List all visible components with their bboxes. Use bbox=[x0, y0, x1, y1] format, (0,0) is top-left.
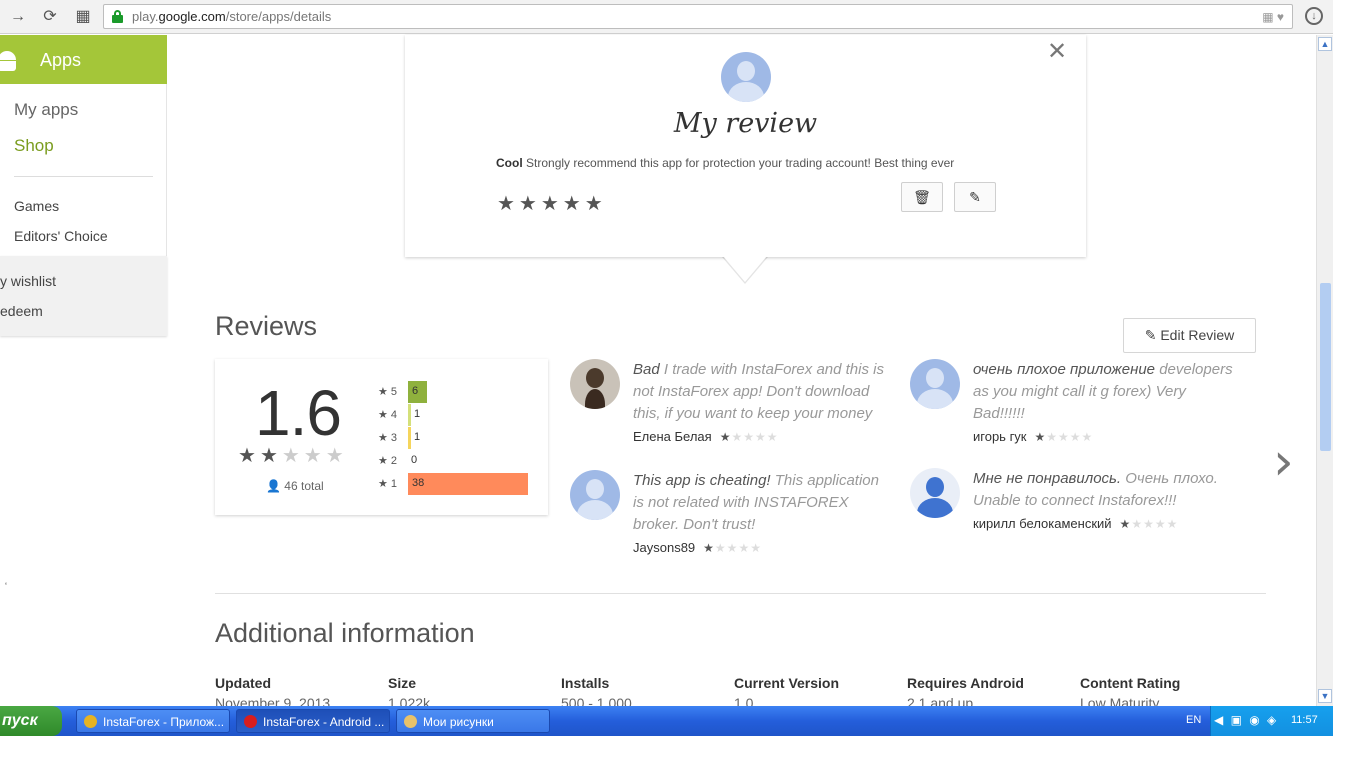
apps-grid-icon[interactable]: ▦ bbox=[73, 7, 93, 27]
average-rating-stars: ★★★★★ bbox=[238, 445, 348, 467]
edit-review-button[interactable]: ✎ Edit Review bbox=[1123, 318, 1256, 353]
my-review-stars: ★★★★★ bbox=[497, 193, 607, 215]
review-card-pointer bbox=[723, 256, 767, 282]
histogram-star-label: ★ 2 bbox=[378, 455, 398, 467]
review-item: Bad I trade with InstaForex and this is … bbox=[633, 361, 884, 444]
folder-icon bbox=[404, 715, 417, 728]
my-avatar bbox=[721, 52, 771, 102]
download-icon[interactable]: ↓ bbox=[1305, 7, 1323, 25]
taskbar-item-pictures[interactable]: Мои рисунки bbox=[396, 709, 550, 733]
url-text: play.google.com/store/apps/details bbox=[132, 9, 332, 24]
sidebar-item-editors-choice[interactable]: Editors' Choice bbox=[14, 228, 108, 244]
lock-icon bbox=[112, 10, 123, 23]
taskbar-item-chrome[interactable]: InstaForex - Прилож... bbox=[76, 709, 230, 733]
tray-icons[interactable]: ◀ ▣ ◉ ◈ bbox=[1214, 713, 1278, 727]
mouse-cursor-mark: ‘ bbox=[5, 581, 7, 591]
sidebar-divider bbox=[14, 176, 153, 177]
sidebar-item-wishlist[interactable]: y wishlist bbox=[0, 273, 56, 289]
histogram-count: 0 bbox=[411, 454, 418, 466]
scroll-up-icon[interactable]: ▲ bbox=[1318, 37, 1332, 51]
histogram-star-label: ★ 3 bbox=[378, 432, 398, 444]
sidebar-apps-label: Apps bbox=[40, 50, 82, 70]
sidebar-account-panel bbox=[0, 256, 167, 336]
screen: → ⟳ ▦ play.google.com/store/apps/details… bbox=[0, 0, 1366, 768]
sidebar-item-redeem[interactable]: edeem bbox=[0, 303, 43, 319]
forward-icon[interactable]: → bbox=[8, 7, 28, 27]
sidebar-item-my-apps[interactable]: My apps bbox=[14, 100, 78, 120]
my-review-text: Cool Strongly recommend this app for pro… bbox=[496, 156, 955, 170]
address-bar[interactable]: play.google.com/store/apps/details ▦ ♥ bbox=[103, 4, 1293, 29]
page-scrollbar[interactable]: ▲ ▼ bbox=[1316, 35, 1333, 706]
reviewer-avatar bbox=[570, 470, 620, 520]
sidebar-item-games[interactable]: Games bbox=[14, 198, 59, 214]
language-indicator[interactable]: EN bbox=[1186, 714, 1201, 726]
scroll-thumb[interactable] bbox=[1320, 283, 1331, 451]
delete-review-button[interactable]: 🗑 bbox=[901, 182, 943, 212]
chrome-icon bbox=[84, 715, 97, 728]
histogram-star-label: ★ 4 bbox=[378, 409, 398, 421]
reviewer-avatar bbox=[910, 359, 960, 409]
histogram-count: 1 bbox=[414, 431, 421, 443]
android-icon bbox=[0, 49, 18, 71]
close-icon[interactable]: ✕ bbox=[1047, 37, 1067, 66]
my-review-title: My review bbox=[673, 108, 818, 139]
pencil-icon: ✎ bbox=[1144, 327, 1157, 343]
scroll-down-icon[interactable]: ▼ bbox=[1318, 689, 1332, 703]
clock: 11:57 bbox=[1291, 714, 1318, 726]
taskbar-item-opera[interactable]: InstaForex - Android ... bbox=[236, 709, 390, 733]
opera-icon bbox=[244, 715, 257, 728]
edit-review-icon-button[interactable]: ✎ bbox=[954, 182, 996, 212]
person-icon: 👤 bbox=[266, 479, 281, 493]
bookmark-icon[interactable]: ▦ ♥ bbox=[1262, 10, 1284, 24]
histogram-bar bbox=[408, 404, 411, 426]
histogram-count: 1 bbox=[414, 408, 421, 420]
pencil-icon: ✎ bbox=[969, 189, 981, 205]
sidebar-apps-header[interactable]: Apps bbox=[0, 35, 167, 84]
start-button[interactable]: пуск bbox=[0, 706, 62, 736]
reviewer-avatar bbox=[570, 359, 620, 409]
histogram-star-label: ★ 1 bbox=[378, 478, 398, 490]
additional-info-heading: Additional information bbox=[215, 618, 475, 648]
rating-total: 👤 46 total bbox=[266, 479, 324, 493]
histogram-bar bbox=[408, 473, 528, 495]
review-item: This app is cheating! This application i… bbox=[633, 472, 879, 555]
histogram-star-label: ★ 5 bbox=[378, 386, 398, 398]
sidebar-item-shop[interactable]: Shop bbox=[14, 136, 54, 156]
windows-taskbar: пуск InstaForex - Прилож... InstaForex -… bbox=[0, 706, 1333, 736]
review-item: Мне не понравилось. Очень плохо. Unable … bbox=[973, 470, 1218, 531]
average-rating: 1.6 bbox=[255, 377, 342, 449]
histogram-count: 38 bbox=[412, 477, 425, 489]
reviews-heading: Reviews bbox=[215, 311, 318, 341]
reload-icon[interactable]: ⟳ bbox=[40, 7, 60, 27]
trash-icon: 🗑 bbox=[913, 189, 931, 205]
section-divider bbox=[215, 593, 1266, 594]
histogram-bar bbox=[408, 427, 411, 449]
next-reviews-chevron-icon[interactable]: › bbox=[1273, 432, 1294, 492]
browser-toolbar: → ⟳ ▦ play.google.com/store/apps/details… bbox=[0, 0, 1333, 34]
histogram-count: 6 bbox=[412, 385, 419, 397]
reviewer-avatar bbox=[910, 468, 960, 518]
review-item: очень плохое приложение developers as yo… bbox=[973, 361, 1233, 444]
